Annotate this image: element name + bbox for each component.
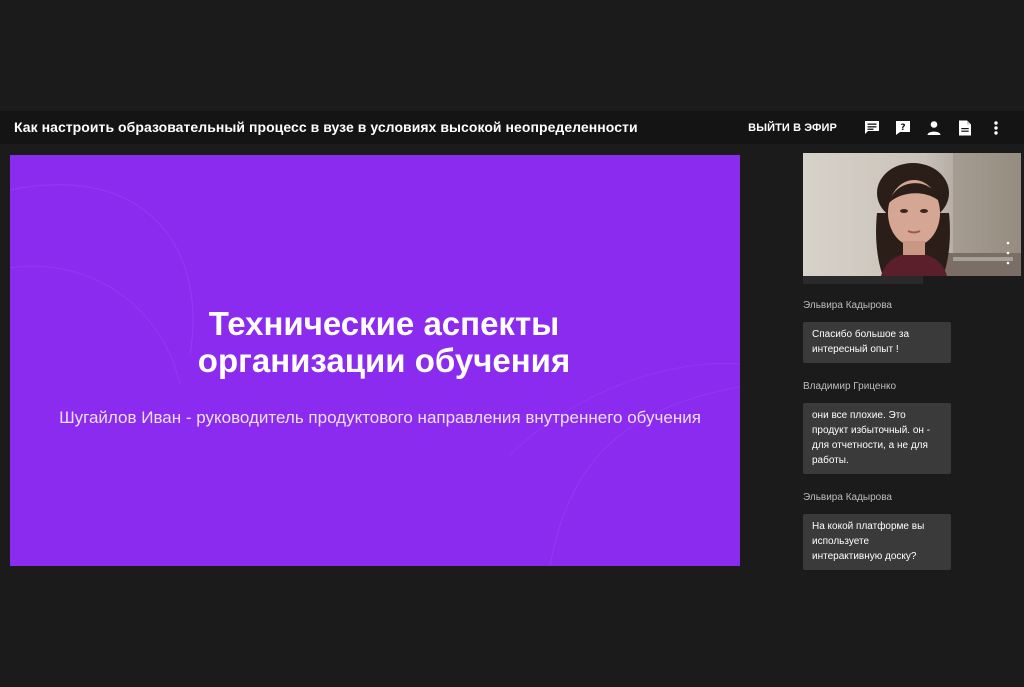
slide-title-line-2: организации обучения — [197, 342, 571, 379]
video-status-bar — [803, 276, 923, 284]
chat-author: Эльвира Кадырова — [803, 492, 892, 503]
chat-author: Владимир Гриценко — [803, 381, 897, 392]
side-panel — [803, 153, 1021, 284]
chat-message: Эльвира Кадырова На кокой платформе вы и… — [803, 492, 1021, 570]
event-title: Как настроить образовательный процесс в … — [14, 119, 638, 135]
webinar-screen: Как настроить образовательный процесс в … — [0, 0, 1024, 687]
chat-feed: Эльвира Кадырова Спасибо большое за инте… — [803, 300, 1021, 588]
chat-message: Эльвира Кадырова Спасибо большое за инте… — [803, 300, 1021, 363]
toolbar: ВЫЙТИ В ЭФИР ? — [748, 111, 1006, 144]
question-icon[interactable]: ? — [893, 118, 913, 138]
chat-bubble: Спасибо большое за интересный опыт ! — [803, 322, 951, 363]
slide-title: Технические аспекты организации обучения — [10, 305, 740, 379]
go-live-button[interactable]: ВЫЙТИ В ЭФИР — [748, 122, 837, 134]
speaker-avatar — [803, 153, 1021, 276]
top-bar: Как настроить образовательный процесс в … — [0, 111, 1024, 144]
presentation-slide: Технические аспекты организации обучения… — [10, 155, 740, 566]
slide-title-line-1: Технические аспекты — [208, 305, 560, 342]
speaker-video[interactable] — [803, 153, 1021, 276]
person-icon[interactable] — [924, 118, 944, 138]
document-icon[interactable] — [955, 118, 975, 138]
more-vert-icon[interactable] — [986, 118, 1006, 138]
chat-bubble: На кокой платформе вы используете интера… — [803, 514, 951, 570]
chat-bubble: они все плохие. Это продукт избыточный. … — [803, 403, 951, 474]
chat-author: Эльвира Кадырова — [803, 300, 892, 311]
slide-subtitle: Шугайлов Иван - руководитель продуктовог… — [59, 408, 701, 427]
chat-icon[interactable] — [862, 118, 882, 138]
svg-text:?: ? — [900, 123, 905, 133]
chat-message: Владимир Гриценко они все плохие. Это пр… — [803, 381, 1021, 474]
